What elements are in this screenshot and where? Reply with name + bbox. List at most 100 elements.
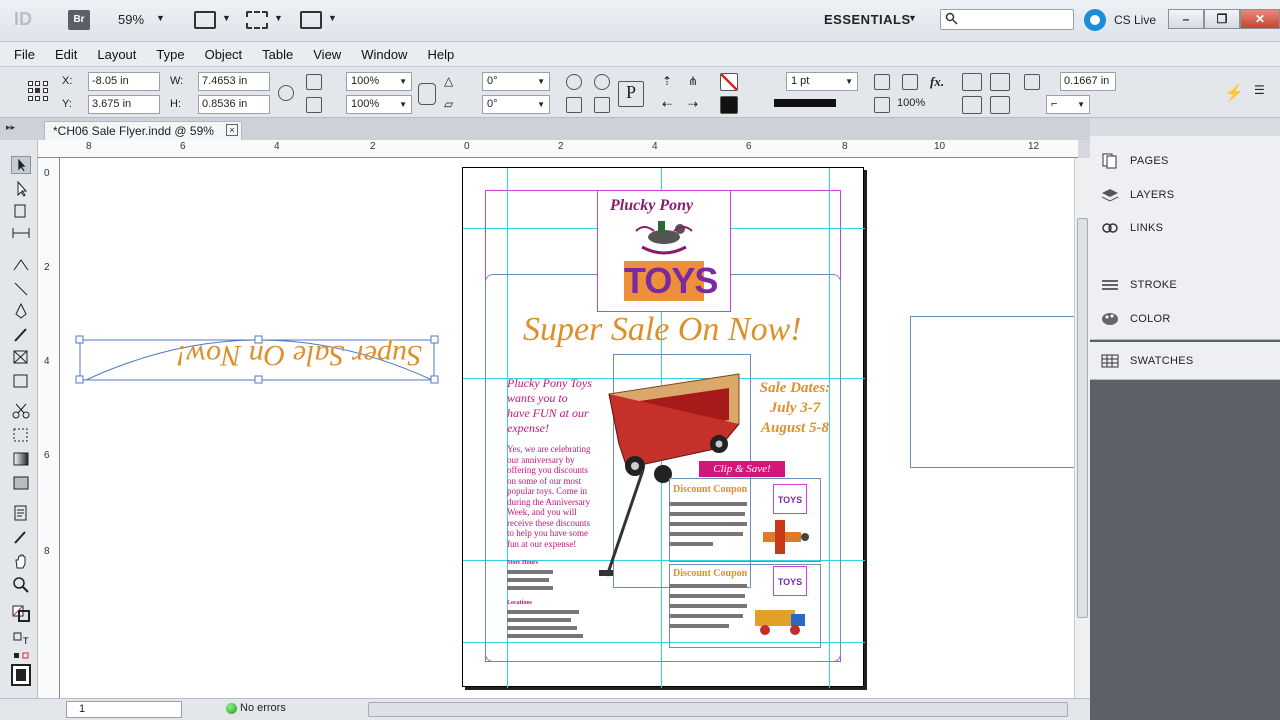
select-next-icon[interactable]: ⇢ xyxy=(688,97,704,113)
vertical-scroll-thumb[interactable] xyxy=(1077,218,1088,618)
menu-edit[interactable]: Edit xyxy=(55,47,77,62)
page-tool-icon[interactable] xyxy=(11,202,31,220)
constrain-scale-icon[interactable] xyxy=(418,83,436,105)
line-tool-icon[interactable] xyxy=(11,280,31,298)
pasteboard[interactable]: Super Sale On Now! Plucky Pony TOYS Supe… xyxy=(60,158,1074,698)
chevron-down-icon[interactable]: ▼ xyxy=(156,13,165,23)
swatches-panel-button[interactable]: SWATCHES xyxy=(1090,344,1280,377)
type-on-path-tool-icon[interactable] xyxy=(11,256,31,274)
drop-shadow-icon[interactable] xyxy=(874,74,890,90)
fill-stroke-swatch-icon[interactable] xyxy=(11,604,31,622)
dock-header[interactable] xyxy=(1090,118,1280,136)
x-position-field[interactable]: -8.05 in xyxy=(88,72,160,91)
close-tab-button[interactable]: × xyxy=(226,124,238,136)
effects-icon[interactable] xyxy=(902,74,918,90)
flip-vertical-icon[interactable] xyxy=(594,97,610,113)
menu-table[interactable]: Table xyxy=(262,47,293,62)
minimize-button[interactable]: – xyxy=(1168,9,1204,29)
logo-frame[interactable]: Plucky Pony TOYS xyxy=(597,190,731,312)
menu-file[interactable]: File xyxy=(14,47,35,62)
scale-x-select[interactable]: 100% xyxy=(346,72,412,91)
screen-mode-icon[interactable] xyxy=(246,11,268,29)
chevron-down-icon[interactable]: ▼ xyxy=(274,13,283,23)
chevron-down-icon[interactable]: ▼ xyxy=(908,13,917,23)
fx-icon[interactable]: fx. xyxy=(930,74,946,90)
chevron-down-icon[interactable]: ▼ xyxy=(222,13,231,23)
close-button[interactable]: ✕ xyxy=(1240,9,1280,29)
collapse-tools-icon[interactable]: ▸▸ xyxy=(6,122,15,133)
menu-layout[interactable]: Layout xyxy=(97,47,136,62)
rotation-angle-select[interactable]: 0° xyxy=(482,72,550,91)
zoom-level[interactable]: 59% xyxy=(118,12,144,27)
gap-tool-icon[interactable] xyxy=(11,224,31,242)
select-container-icon[interactable]: ⇡ xyxy=(662,74,678,90)
menu-type[interactable]: Type xyxy=(156,47,184,62)
clip-save-tag[interactable]: Clip & Save! xyxy=(699,461,785,477)
document-tab[interactable]: *CH06 Sale Flyer.indd @ 59% xyxy=(44,121,242,140)
links-panel-button[interactable]: LINKS xyxy=(1090,211,1280,244)
vertical-scrollbar[interactable] xyxy=(1074,158,1090,698)
selection-tool-icon[interactable] xyxy=(11,156,31,174)
corner-offset-field[interactable]: 0.1667 in xyxy=(1060,72,1116,91)
cs-live-icon[interactable] xyxy=(1084,9,1106,31)
paragraph-icon[interactable]: P xyxy=(618,81,644,107)
opacity-value[interactable]: 100% xyxy=(894,95,948,114)
gradient-tool-icon[interactable] xyxy=(11,450,31,468)
hand-tool-icon[interactable] xyxy=(11,552,31,570)
pages-panel-button[interactable]: PAGES xyxy=(1090,144,1280,177)
intro-text[interactable]: Plucky Pony Toys wants you to have FUN a… xyxy=(507,376,593,436)
menu-window[interactable]: Window xyxy=(361,47,407,62)
page-number-field[interactable]: 1 xyxy=(66,701,182,718)
eyedropper-tool-icon[interactable] xyxy=(11,528,31,546)
panel-menu-icon[interactable]: ☰ xyxy=(1254,83,1270,99)
empty-frame[interactable] xyxy=(910,316,1074,468)
wrap-jump-icon[interactable] xyxy=(990,96,1010,114)
select-content-icon[interactable]: ⋔ xyxy=(688,74,704,90)
path-text[interactable]: Super Sale On Now! xyxy=(176,339,422,372)
pen-tool-icon[interactable] xyxy=(11,302,31,320)
text-wrap-icon[interactable] xyxy=(962,73,982,91)
menu-view[interactable]: View xyxy=(313,47,341,62)
stroke-panel-button[interactable]: STROKE xyxy=(1090,268,1280,301)
color-panel-button[interactable]: COLOR xyxy=(1090,302,1280,335)
rotate-cw-icon[interactable] xyxy=(566,74,582,90)
formatting-affects-container-icon[interactable]: T xyxy=(11,630,31,648)
y-position-field[interactable]: 3.675 in xyxy=(88,95,160,114)
pencil-tool-icon[interactable] xyxy=(11,326,31,344)
sale-dates[interactable]: Sale Dates: July 3-7 August 5-8 xyxy=(755,378,835,438)
cs-live-label[interactable]: CS Live xyxy=(1114,13,1156,27)
body-text[interactable]: Yes, we are celebrating our anniversary … xyxy=(507,444,595,549)
normal-view-mode-icon[interactable] xyxy=(11,664,31,686)
fill-swatch-icon[interactable] xyxy=(720,73,738,91)
direct-selection-tool-icon[interactable] xyxy=(11,180,31,198)
document-page[interactable]: Plucky Pony TOYS Super Sale On Now! Pluc… xyxy=(462,167,865,688)
constrain-proportions-icon[interactable] xyxy=(278,85,294,101)
select-previous-icon[interactable]: ⇠ xyxy=(662,97,678,113)
search-input[interactable] xyxy=(940,9,1074,30)
bridge-button[interactable]: Br xyxy=(68,10,90,30)
stroke-swatch-icon[interactable] xyxy=(720,96,738,114)
arrange-documents-icon[interactable] xyxy=(300,11,322,29)
preflight-status[interactable]: No errors xyxy=(240,702,286,714)
headline[interactable]: Super Sale On Now! xyxy=(523,311,802,349)
rotate-ccw-icon[interactable] xyxy=(594,74,610,90)
height-field[interactable]: 0.8536 in xyxy=(198,95,270,114)
wrap-shape-icon[interactable] xyxy=(962,96,982,114)
menu-help[interactable]: Help xyxy=(427,47,454,62)
free-transform-tool-icon[interactable] xyxy=(11,426,31,444)
quick-apply-icon[interactable]: ⚡ xyxy=(1224,83,1244,102)
rectangle-frame-tool-icon[interactable] xyxy=(11,348,31,366)
note-tool-icon[interactable] xyxy=(11,504,31,522)
scale-y-select[interactable]: 100% xyxy=(346,95,412,114)
workspace-switcher[interactable]: ESSENTIALS xyxy=(824,12,911,27)
stroke-type-select[interactable] xyxy=(774,99,836,107)
flip-horizontal-icon[interactable] xyxy=(566,97,582,113)
scissors-tool-icon[interactable] xyxy=(11,402,31,420)
gradient-feather-tool-icon[interactable] xyxy=(11,474,31,492)
reference-point-icon[interactable] xyxy=(28,81,48,101)
corner-shape-select[interactable]: ⌐ xyxy=(1046,95,1090,114)
view-options-icon[interactable] xyxy=(194,11,216,29)
restore-button[interactable]: ❐ xyxy=(1204,9,1240,29)
stroke-weight-select[interactable]: 1 pt xyxy=(786,72,858,91)
chevron-down-icon[interactable]: ▼ xyxy=(328,13,337,23)
